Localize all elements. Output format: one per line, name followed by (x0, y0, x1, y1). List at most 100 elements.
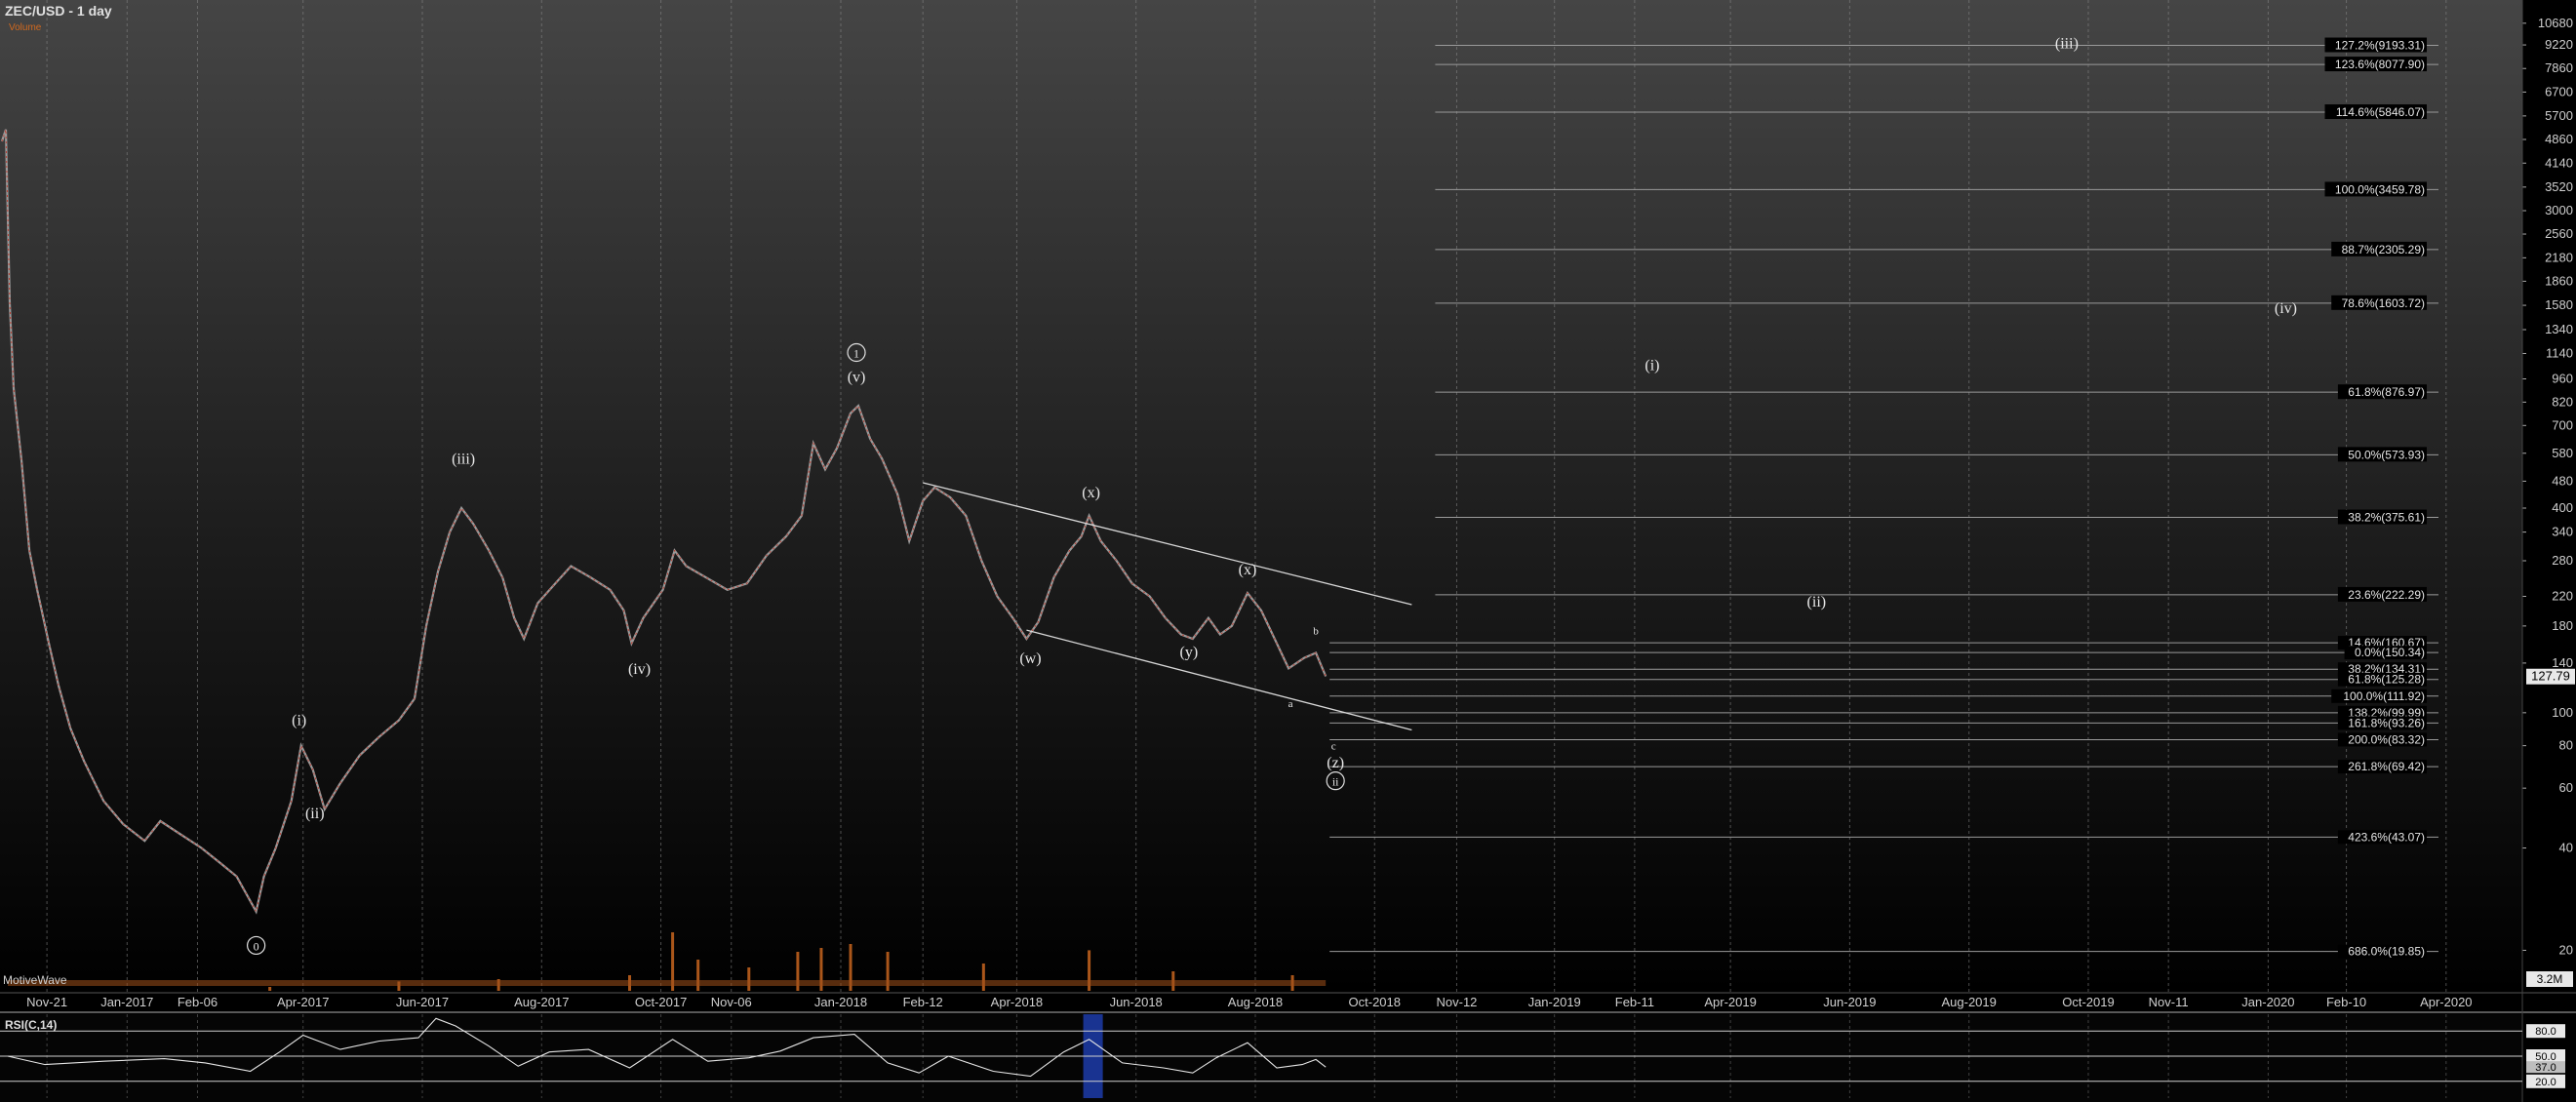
volume-label: Volume (9, 22, 42, 33)
rsi-last-label: 37.0 (2535, 1062, 2556, 1074)
wave-label: (ii) (1807, 594, 1827, 610)
price-tick-label: 220 (2552, 588, 2573, 603)
wave-label: b (1313, 626, 1319, 638)
wave-label: (x) (1082, 485, 1100, 501)
date-tick-label: Feb-06 (178, 995, 218, 1009)
price-tick-label: 4860 (2545, 132, 2573, 146)
date-tick-label: Apr-2019 (1704, 995, 1756, 1009)
date-tick-label: Feb-10 (2326, 995, 2366, 1009)
price-tick-label: 960 (2552, 371, 2573, 385)
date-tick-label: Jan-2020 (2241, 995, 2294, 1009)
fib-level-label: 78.6%(1603.72) (2342, 296, 2425, 310)
volume-bar (747, 967, 751, 991)
wave-label: c (1331, 740, 1336, 752)
wave-label: 0 (254, 939, 259, 953)
fib-level-label: 100.0%(111.92) (2343, 689, 2425, 703)
rsi-title: RSI(C,14) (5, 1018, 57, 1032)
volume-bar (268, 987, 272, 991)
price-tick-label: 480 (2552, 473, 2573, 488)
date-tick-label: Aug-2019 (1941, 995, 1996, 1009)
price-tick-label: 40 (2559, 841, 2573, 855)
fib-level-label: 161.8%(93.26) (2348, 716, 2425, 729)
date-tick-label: Jun-2018 (1110, 995, 1163, 1009)
price-tick-label: 1340 (2545, 322, 2573, 336)
price-tick-label: 280 (2552, 553, 2573, 568)
price-tick-label: 180 (2552, 618, 2573, 633)
price-tick-label: 2560 (2545, 226, 2573, 241)
date-tick-label: Jan-2017 (100, 995, 153, 1009)
wave-label: (ii) (305, 806, 325, 822)
rsi-level-label: 20.0 (2535, 1077, 2556, 1088)
last-price-label: 127.79 (2531, 669, 2570, 684)
fib-level-label: 0.0%(150.34) (2355, 646, 2425, 659)
wave-label: (iv) (2275, 300, 2297, 317)
wave-label: (x) (1239, 562, 1257, 578)
wave-label: (iv) (628, 661, 651, 678)
wave-label: (z) (1327, 755, 1344, 771)
wave-label: (iii) (452, 452, 475, 468)
wave-label: a (1288, 698, 1293, 710)
rsi-pane-background (0, 1014, 2522, 1102)
price-tick-label: 7860 (2545, 60, 2573, 75)
price-tick-label: 700 (2552, 417, 2573, 432)
price-tick-label: 2180 (2545, 250, 2573, 264)
fib-level-label: 261.8%(69.42) (2348, 760, 2425, 773)
rsi-level-label: 80.0 (2535, 1026, 2556, 1038)
chart-canvas[interactable]: 127.2%(9193.31) 123.6%(8077.90) 114.6%(584… (0, 0, 2576, 1102)
price-tick-label: 140 (2552, 655, 2573, 670)
date-tick-label: Nov-11 (2149, 995, 2189, 1009)
fib-level-label: 61.8%(125.28) (2348, 673, 2425, 687)
fib-level-label: 88.7%(2305.29) (2342, 243, 2425, 256)
motivewave-label: MotiveWave (3, 973, 67, 987)
date-tick-label: Nov-21 (26, 995, 67, 1009)
fib-level-label: 23.6%(222.29) (2348, 588, 2425, 602)
price-tick-label: 400 (2552, 500, 2573, 515)
wave-label: (v) (848, 370, 866, 386)
price-tick-label: 5700 (2545, 108, 2573, 123)
wave-label: (w) (1019, 650, 1041, 667)
date-tick-label: Jun-2017 (396, 995, 449, 1009)
fib-level-label: 50.0%(573.93) (2348, 448, 2425, 461)
price-tick-label: 1860 (2545, 273, 2573, 288)
date-tick-label: Apr-2017 (277, 995, 329, 1009)
date-tick-label: Aug-2017 (514, 995, 569, 1009)
fib-level-label: 114.6%(5846.07) (2336, 105, 2425, 119)
price-tick-label: 10680 (2538, 16, 2573, 30)
date-tick-label: Oct-2018 (1349, 995, 1401, 1009)
price-tick-label: 580 (2552, 446, 2573, 460)
date-tick-label: Jan-2018 (814, 995, 867, 1009)
price-tick-label: 6700 (2545, 84, 2573, 98)
price-tick-label: 100 (2552, 705, 2573, 720)
date-tick-label: Feb-12 (903, 995, 943, 1009)
wave-label: (i) (1645, 357, 1659, 374)
wave-label: (iii) (2055, 36, 2079, 53)
date-tick-label: Nov-12 (1437, 995, 1478, 1009)
price-tick-label: 80 (2559, 738, 2573, 753)
fib-level-label: 686.0%(19.85) (2348, 945, 2425, 959)
fib-level-label: 200.0%(83.32) (2348, 732, 2425, 746)
wave-label: (i) (292, 712, 306, 728)
price-tick-label: 340 (2552, 525, 2573, 539)
date-tick-label: Aug-2018 (1228, 995, 1283, 1009)
volume-last-label: 3.2M (2537, 972, 2563, 986)
price-pane-background (0, 0, 2522, 993)
price-tick-label: 3000 (2545, 203, 2573, 217)
fib-level-label: 123.6%(8077.90) (2335, 58, 2425, 71)
fib-level-label: 127.2%(9193.31) (2335, 39, 2425, 53)
volume-bar (981, 964, 985, 991)
price-tick-label: 1140 (2546, 345, 2573, 360)
wave-label: ii (1332, 775, 1339, 789)
price-tick-label: 3520 (2545, 179, 2573, 194)
price-tick-label: 60 (2559, 780, 2573, 795)
date-tick-label: Feb-11 (1615, 995, 1654, 1009)
fib-level-label: 38.2%(375.61) (2348, 511, 2425, 525)
date-tick-label: Apr-2020 (2420, 995, 2472, 1009)
chart-title: ZEC/USD - 1 day (5, 3, 112, 19)
date-tick-label: Oct-2017 (635, 995, 687, 1009)
fib-level-label: 61.8%(876.97) (2348, 385, 2425, 399)
price-tick-label: 9220 (2545, 37, 2573, 52)
fib-level-label: 100.0%(3459.78) (2335, 182, 2425, 196)
price-tick-label: 1580 (2545, 297, 2573, 312)
date-tick-label: Nov-06 (711, 995, 752, 1009)
date-tick-label: Jun-2019 (1823, 995, 1876, 1009)
